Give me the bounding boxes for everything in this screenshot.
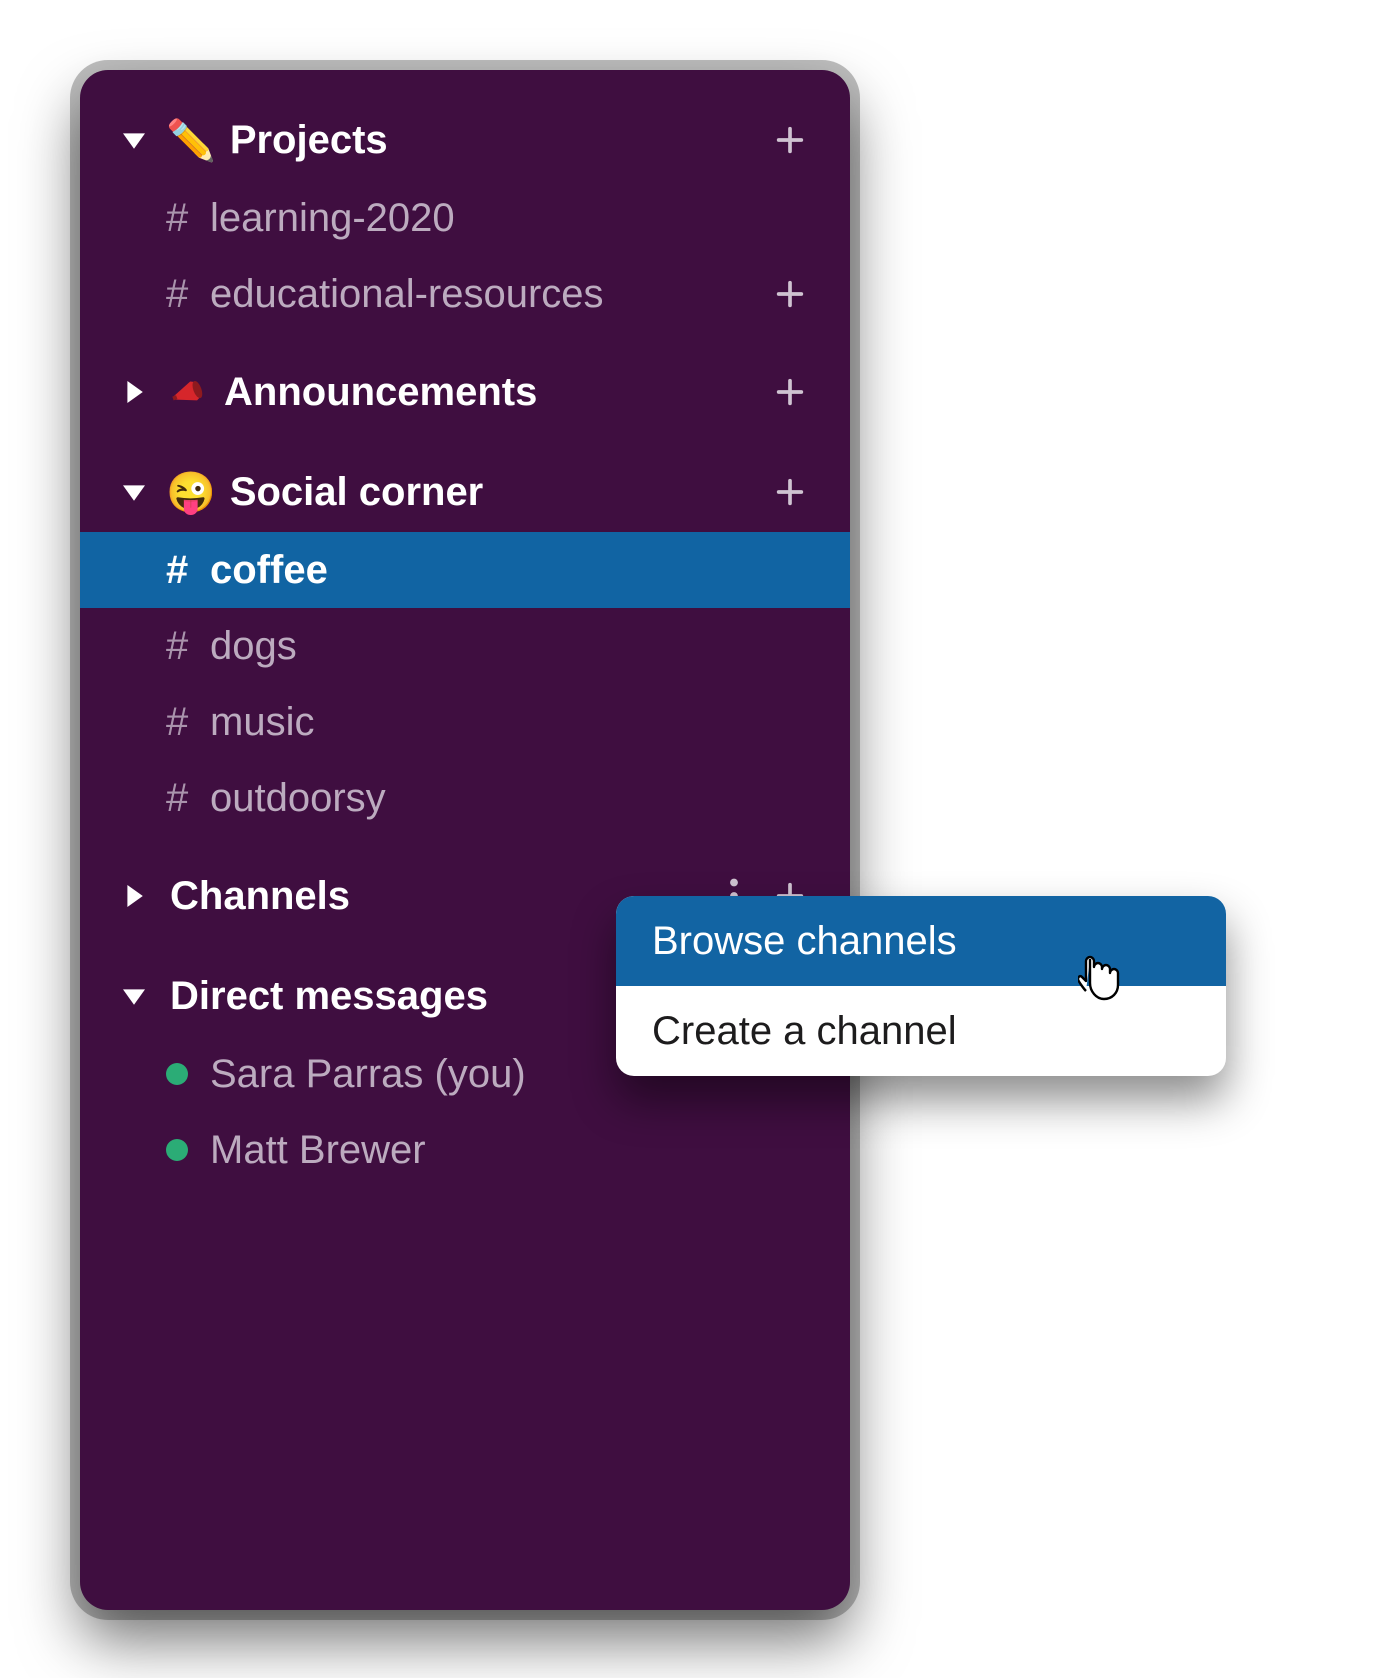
wink-tongue-icon: 😜	[166, 469, 216, 516]
add-channel-button[interactable]	[762, 464, 818, 520]
caret-right-icon	[120, 381, 148, 403]
megaphone-icon	[166, 369, 210, 415]
channel-item-educational-resources[interactable]: # educational-resources	[80, 256, 850, 332]
section-header-social-corner[interactable]: 😜 Social corner	[80, 452, 850, 532]
caret-down-icon	[120, 481, 148, 503]
channel-label: outdoorsy	[210, 776, 818, 821]
channel-label: educational-resources	[210, 272, 762, 317]
popover-item-browse-channels[interactable]: Browse channels	[616, 896, 1226, 986]
dm-item[interactable]: Matt Brewer	[80, 1112, 850, 1188]
hash-icon: #	[166, 776, 210, 821]
channel-label: learning-2020	[210, 196, 818, 241]
caret-down-icon	[120, 985, 148, 1007]
hash-icon: #	[166, 624, 210, 669]
channel-actions-popover: Browse channels Create a channel	[616, 896, 1226, 1076]
section-label: Projects	[230, 118, 762, 163]
channel-item-outdoorsy[interactable]: # outdoorsy	[80, 760, 850, 836]
add-channel-button[interactable]	[762, 266, 818, 322]
caret-right-icon	[120, 885, 148, 907]
popover-item-label: Browse channels	[652, 919, 957, 964]
add-channel-button[interactable]	[762, 112, 818, 168]
hash-icon: #	[166, 196, 210, 241]
channel-sidebar: ✏️ Projects # learning-2020 # educationa…	[80, 70, 850, 1610]
hash-icon: #	[166, 272, 210, 317]
section-label: Announcements	[224, 370, 762, 415]
channel-item-learning-2020[interactable]: # learning-2020	[80, 180, 850, 256]
popover-item-create-channel[interactable]: Create a channel	[616, 986, 1226, 1076]
section-header-announcements[interactable]: Announcements	[80, 352, 850, 432]
channel-item-dogs[interactable]: # dogs	[80, 608, 850, 684]
channel-item-coffee[interactable]: # coffee	[80, 532, 850, 608]
presence-active-icon	[166, 1139, 188, 1161]
caret-down-icon	[120, 129, 148, 151]
channel-label: music	[210, 700, 818, 745]
section-header-projects[interactable]: ✏️ Projects	[80, 100, 850, 180]
popover-item-label: Create a channel	[652, 1009, 957, 1054]
presence-active-icon	[166, 1063, 188, 1085]
pencil-icon: ✏️	[166, 117, 216, 164]
hash-icon: #	[166, 700, 210, 745]
channel-item-music[interactable]: # music	[80, 684, 850, 760]
add-channel-button[interactable]	[762, 364, 818, 420]
hash-icon: #	[166, 548, 210, 593]
section-label: Social corner	[230, 470, 762, 515]
channel-label: dogs	[210, 624, 818, 669]
dm-label: Matt Brewer	[210, 1128, 818, 1173]
channel-label: coffee	[210, 548, 818, 593]
